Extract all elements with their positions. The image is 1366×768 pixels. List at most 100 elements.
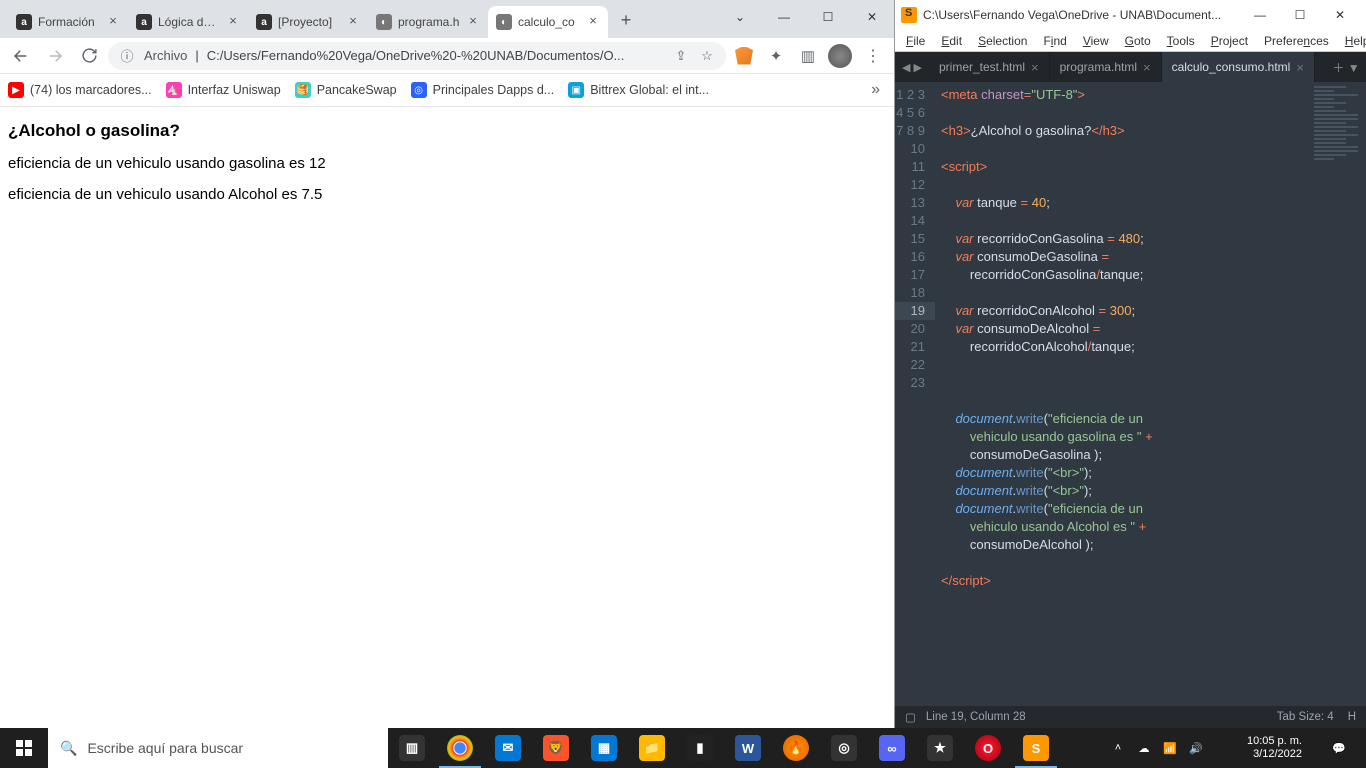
bookmark-label: PancakeSwap [317,83,397,97]
tab-formacion[interactable]: a Formación × [8,6,128,38]
tab-label: calculo_consumo.html [1172,60,1291,74]
tab-logica[interactable]: a Lógica de p × [128,6,248,38]
back-button[interactable] [6,41,36,71]
taskbar-search[interactable]: 🔍 Escribe aquí para buscar [48,728,388,768]
menu-selection[interactable]: Selection [971,32,1034,50]
mail-taskbar-icon[interactable]: ✉ [484,728,532,768]
maximize-button[interactable]: ☐ [1280,2,1320,28]
bookmark-label: Interfaz Uniswap [188,83,281,97]
search-icon: 🔍 [60,740,77,757]
menu-help[interactable]: Help [1338,32,1366,50]
menu-file[interactable]: File [899,32,932,50]
close-icon[interactable]: × [106,15,120,29]
system-tray: ˄ ☁ 📶 🔊 10:05 p. m. 3/12/2022 💬 [1109,728,1366,768]
tab-label: programa.html [1060,60,1137,74]
close-icon[interactable]: × [466,15,480,29]
volume-tray-icon[interactable]: 🔊 [1187,739,1205,757]
menu-find[interactable]: Find [1036,32,1073,50]
taskbar-pinned-apps: ▥ ✉ 🦁 ▦ 📁 ▮ W 🔥 ◎ ∞ ★ O S [388,728,1060,768]
terminal-taskbar-icon[interactable]: ▮ [676,728,724,768]
minimize-button[interactable]: ― [762,2,806,32]
word-taskbar-icon[interactable]: W [724,728,772,768]
start-button[interactable] [0,728,48,768]
calculator-taskbar-icon[interactable]: ▦ [580,728,628,768]
st-tab-calculo-consumo[interactable]: calculo_consumo.html × [1162,52,1315,82]
menu-project[interactable]: Project [1204,32,1255,50]
reload-button[interactable] [74,41,104,71]
metamask-extension-icon[interactable] [730,42,758,70]
explorer-taskbar-icon[interactable]: 📁 [628,728,676,768]
sublime-taskbar-icon[interactable]: S [1012,728,1060,768]
firefox-taskbar-icon[interactable]: 🔥 [772,728,820,768]
sublime-titlebar: C:\Users\Fernando Vega\OneDrive - UNAB\D… [895,0,1366,30]
close-icon[interactable]: × [226,15,240,29]
st-tab-programa[interactable]: programa.html × [1050,52,1162,82]
action-center-icon[interactable]: 💬 [1318,728,1360,768]
favicon: a [136,14,152,30]
tray-overflow-icon[interactable]: ˄ [1109,739,1127,757]
favicon: a [256,14,272,30]
tab-overflow-controls[interactable]: ＋ ▼ [1326,52,1366,82]
brave-taskbar-icon[interactable]: 🦁 [532,728,580,768]
wifi-tray-icon[interactable]: 📶 [1161,739,1179,757]
tab-programa[interactable]: ◐ programa.h × [368,6,488,38]
info-icon[interactable]: ⓘ [118,47,136,65]
kebab-menu-icon[interactable]: ⋮ [858,41,888,71]
bookmarks-overflow-icon[interactable]: » [865,81,886,99]
language-tray-icon[interactable] [1213,739,1231,757]
sidepanel-icon[interactable]: ▥ [794,42,822,70]
tab-label: programa.h [398,15,460,29]
syntax-indicator[interactable]: H [1348,711,1356,723]
tab-calculo-consumo[interactable]: ◐ calculo_co × [488,6,608,38]
clock-date: 3/12/2022 [1247,748,1302,761]
minimap[interactable] [1311,82,1366,706]
line-gutter[interactable]: 1 2 3 4 5 6 7 8 9 10 11 12 13 14 15 16 1… [895,82,935,706]
close-button[interactable]: ✕ [1320,2,1360,28]
bookmark-bittrex[interactable]: ▣ Bittrex Global: el int... [568,82,709,98]
obs-taskbar-icon[interactable]: ◎ [820,728,868,768]
bookmark-uniswap[interactable]: 🦄 Interfaz Uniswap [166,82,281,98]
menu-view[interactable]: View [1076,32,1116,50]
sublime-title-text: C:\Users\Fernando Vega\OneDrive - UNAB\D… [923,8,1240,22]
onedrive-tray-icon[interactable]: ☁ [1135,739,1153,757]
address-toolbar: ⓘ Archivo | C:/Users/Fernando%20Vega/One… [0,38,894,74]
tab-label: Lógica de p [158,15,220,29]
minimize-button[interactable]: ― [1240,2,1280,28]
menu-goto[interactable]: Goto [1118,32,1158,50]
close-icon[interactable]: × [346,15,360,29]
close-icon[interactable]: × [1143,60,1151,75]
menu-edit[interactable]: Edit [934,32,969,50]
taskbar-clock[interactable]: 10:05 p. m. 3/12/2022 [1239,735,1310,761]
close-icon[interactable]: × [1296,60,1304,75]
bookmark-star-icon[interactable]: ☆ [698,47,716,65]
chrome-taskbar-icon[interactable] [436,728,484,768]
share-icon[interactable]: ⇪ [672,47,690,65]
caret-down-icon[interactable]: ⌄ [718,2,762,32]
tab-proyecto[interactable]: a [Proyecto] × [248,6,368,38]
new-tab-button[interactable]: + [612,6,640,34]
opera-taskbar-icon[interactable]: O [964,728,1012,768]
app-taskbar-icon[interactable]: ★ [916,728,964,768]
maximize-button[interactable]: ☐ [806,2,850,32]
forward-button[interactable] [40,41,70,71]
close-button[interactable]: ✕ [850,2,894,32]
menu-tools[interactable]: Tools [1160,32,1202,50]
bookmark-marcadores[interactable]: ▶ (74) los marcadores... [8,82,152,98]
discord-taskbar-icon[interactable]: ∞ [868,728,916,768]
close-icon[interactable]: × [586,15,600,29]
extensions-icon[interactable]: ✦ [762,42,790,70]
code-editor[interactable]: <meta charset="UTF-8"> <h3>¿Alcohol o ga… [935,82,1311,706]
panel-switcher-icon[interactable]: ▢ [905,710,916,724]
tab-history-nav[interactable]: ◀ ▶ [895,52,929,82]
close-icon[interactable]: × [1031,60,1039,75]
bookmark-dapps[interactable]: ◎ Principales Dapps d... [411,82,555,98]
task-view-button[interactable]: ▥ [388,728,436,768]
favicon: a [16,14,32,30]
profile-avatar[interactable] [826,42,854,70]
bookmark-pancakeswap[interactable]: 🥞 PancakeSwap [295,82,397,98]
bittrex-icon: ▣ [568,82,584,98]
menu-preferences[interactable]: Preferences [1257,32,1336,50]
address-bar[interactable]: ⓘ Archivo | C:/Users/Fernando%20Vega/One… [108,42,726,70]
st-tab-primer-test[interactable]: primer_test.html × [929,52,1050,82]
tab-size[interactable]: Tab Size: 4 [1277,711,1334,723]
